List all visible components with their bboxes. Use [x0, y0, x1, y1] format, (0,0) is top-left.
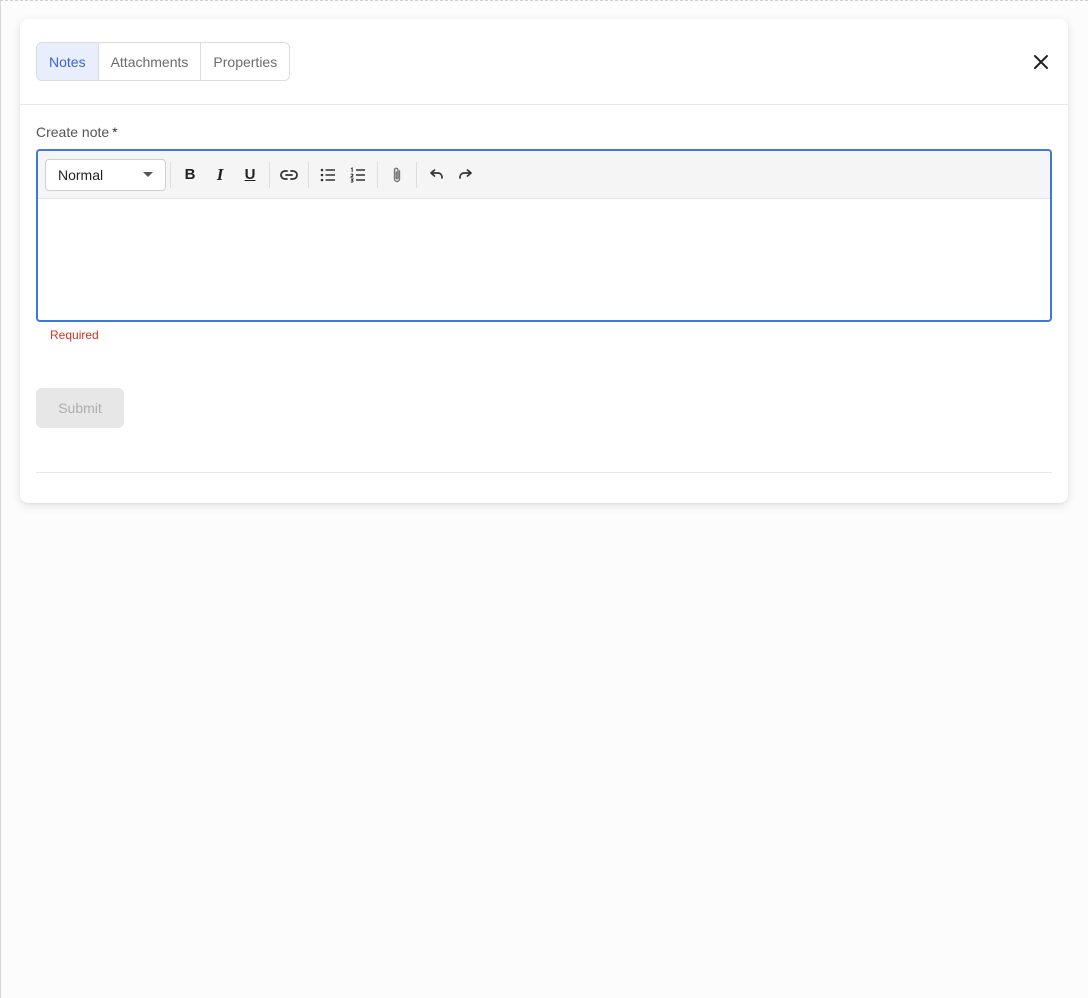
bullet-list-icon: [320, 168, 335, 181]
bullet-list-button[interactable]: [313, 160, 343, 190]
undo-icon: [430, 168, 443, 179]
format-select-value: Normal: [58, 166, 104, 183]
bold-icon: B: [184, 166, 196, 183]
close-icon[interactable]: [1032, 53, 1050, 71]
tab-properties[interactable]: Properties: [201, 43, 290, 80]
attach-icon: [393, 167, 401, 182]
bold-button[interactable]: B: [175, 160, 205, 190]
underline-button[interactable]: U: [235, 160, 265, 190]
redo-button[interactable]: [451, 160, 481, 190]
error-message: Required: [50, 328, 99, 342]
numbered-list-icon: [349, 166, 365, 183]
tab-notes[interactable]: Notes: [37, 43, 99, 80]
toolbar-divider: [269, 161, 270, 188]
numbered-list-button[interactable]: [343, 160, 373, 190]
link-icon: [280, 169, 298, 180]
toolbar-divider: [170, 161, 171, 188]
rich-text-editor: Normal B I U: [36, 149, 1052, 322]
format-select[interactable]: Normal: [45, 158, 166, 191]
submit-button[interactable]: Submit: [36, 388, 124, 428]
italic-icon: I: [216, 164, 224, 184]
toolbar-divider: [377, 161, 378, 188]
panel-header: Notes Attachments Properties: [20, 19, 1068, 105]
required-mark: *: [112, 124, 118, 140]
undo-button[interactable]: [421, 160, 451, 190]
note-panel: Notes Attachments Properties Create note…: [20, 19, 1068, 503]
editor-toolbar: Normal B I U: [38, 151, 1050, 199]
toolbar-divider: [416, 161, 417, 188]
divider: [36, 472, 1052, 473]
underline-icon: U: [244, 166, 256, 183]
tab-group: Notes Attachments Properties: [36, 42, 291, 81]
panel-body: Create note * Normal B I U Required Subm…: [20, 124, 1068, 473]
attach-button[interactable]: [382, 160, 412, 190]
toolbar-divider: [308, 161, 309, 188]
italic-button[interactable]: I: [205, 160, 235, 190]
link-button[interactable]: [274, 160, 304, 190]
redo-icon: [459, 168, 472, 179]
tab-attachments[interactable]: Attachments: [98, 43, 202, 80]
note-text-area[interactable]: [38, 199, 1050, 320]
field-label: Create note *: [36, 124, 1052, 141]
chevron-down-icon: [143, 172, 153, 177]
create-note-label: Create note: [36, 124, 110, 140]
